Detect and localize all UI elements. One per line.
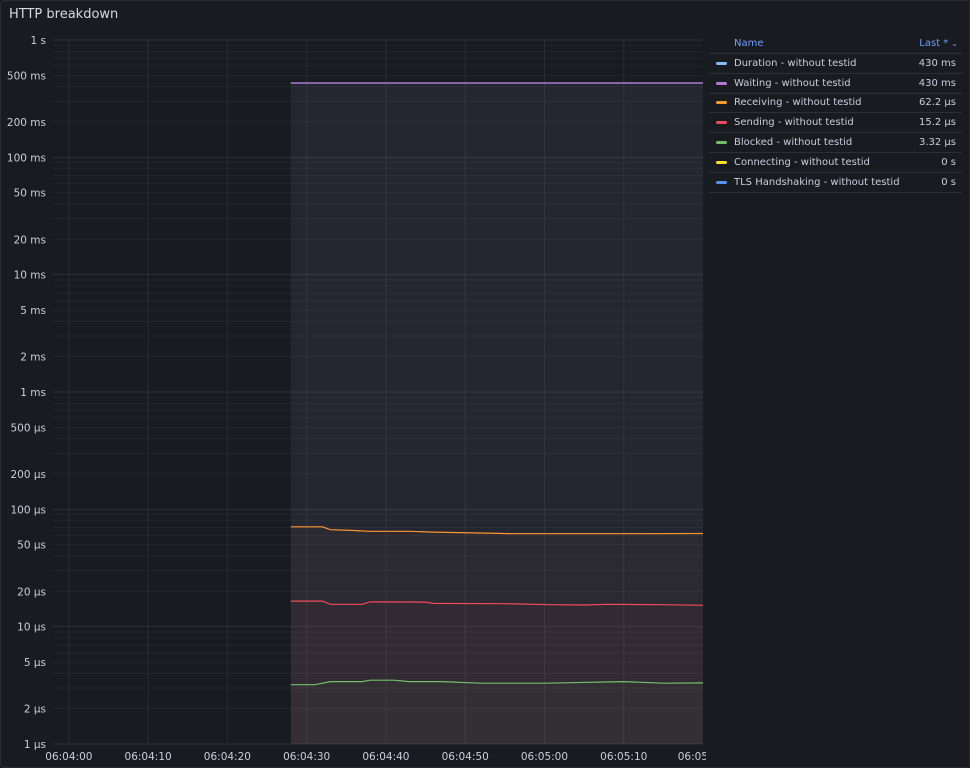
legend-last-header-label: Last *: [919, 37, 949, 49]
y-tick-label: 1 s: [31, 35, 47, 47]
y-tick-label: 50 µs: [17, 540, 46, 552]
legend-series-name: Waiting - without testid: [734, 77, 851, 89]
legend-swatch: [716, 180, 727, 184]
legend-row-connecting[interactable]: Connecting - without testid 0 s: [709, 153, 962, 173]
legend-series-last: 430 ms: [918, 77, 956, 89]
legend-row-waiting[interactable]: Waiting - without testid 430 ms: [709, 74, 962, 94]
legend-swatch: [716, 101, 727, 105]
x-tick-label: 06:05:00: [521, 751, 568, 763]
legend-row-blocked[interactable]: Blocked - without testid 3.32 µs: [709, 133, 962, 153]
y-tick-label: 5 ms: [20, 305, 46, 317]
y-tick-label: 500 ms: [7, 70, 46, 82]
legend-series-name: Receiving - without testid: [734, 97, 862, 109]
x-tick-label: 06:04:40: [362, 751, 409, 763]
legend-row-tls[interactable]: TLS Handshaking - without testid 0 s: [709, 173, 962, 193]
x-tick-label: 06:05:10: [600, 751, 647, 763]
y-tick-label: 10 µs: [17, 622, 46, 634]
y-tick-label: 20 ms: [14, 234, 46, 246]
y-axis-tick-labels: 1 s 500 ms 200 ms 100 ms 50 ms 20 ms 10 ms 5 ms…: [7, 35, 46, 751]
y-tick-label: 5 µs: [24, 657, 46, 669]
y-tick-label: 2 ms: [20, 352, 46, 364]
legend-last-header[interactable]: Last * ⌄: [919, 38, 962, 49]
x-tick-label: 06:04:30: [283, 751, 330, 763]
y-tick-label: 200 ms: [7, 117, 46, 129]
x-tick-label: 06:04:10: [125, 751, 172, 763]
y-tick-label: 200 µs: [10, 469, 46, 481]
legend-series-last: 15.2 µs: [918, 117, 956, 129]
legend-swatch: [716, 81, 727, 85]
time-series-plot[interactable]: 1 s 500 ms 200 ms 100 ms 50 ms 20 ms 10 ms 5 ms…: [1, 1, 706, 767]
x-tick-label: 06:05: [678, 751, 706, 763]
y-tick-label: 1 µs: [24, 739, 46, 751]
y-tick-label: 100 µs: [10, 504, 46, 516]
y-tick-label: 50 ms: [14, 188, 46, 200]
y-tick-label: 2 µs: [24, 704, 46, 716]
x-tick-label: 06:04:20: [204, 751, 251, 763]
legend-series-last: 0 s: [941, 156, 956, 168]
legend-series-name: Blocked - without testid: [734, 137, 853, 149]
y-tick-label: 100 ms: [7, 152, 46, 164]
http-breakdown-panel: HTTP breakdown 1 s 500 ms 200 ms 100 ms 50 m…: [0, 0, 970, 768]
y-tick-label: 20 µs: [17, 586, 46, 598]
legend-series-last: 430 ms: [918, 57, 956, 69]
series-fills: [290, 83, 703, 744]
legend-series-last: 0 s: [941, 176, 956, 188]
legend-swatch: [716, 141, 727, 145]
legend-row-duration[interactable]: Duration - without testid 430 ms: [709, 54, 962, 74]
x-axis-tick-labels: 06:04:00 06:04:10 06:04:20 06:04:30 06:04:40…: [45, 751, 706, 763]
series-fill-blocked: [291, 680, 703, 744]
legend-series-last: 3.32 µs: [918, 137, 956, 149]
x-tick-label: 06:04:50: [442, 751, 489, 763]
chevron-down-icon: ⌄: [951, 38, 958, 48]
y-tick-label: 500 µs: [10, 422, 46, 434]
legend-row-sending[interactable]: Sending - without testid 15.2 µs: [709, 113, 962, 134]
legend-swatch: [716, 61, 727, 65]
legend-name-header[interactable]: Name: [709, 38, 919, 49]
legend-series-name: TLS Handshaking - without testid: [734, 176, 900, 188]
legend-swatch: [716, 121, 727, 125]
legend-rows: Duration - without testid 430 ms Waiting -…: [709, 54, 962, 193]
legend-series-name: Sending - without testid: [734, 117, 854, 129]
legend-series-name: Duration - without testid: [734, 57, 857, 69]
legend-table: Name Last * ⌄ Duration - without testid 4…: [709, 33, 962, 193]
legend-swatch: [716, 160, 727, 164]
legend-series-last: 62.2 µs: [918, 97, 956, 109]
y-tick-label: 1 ms: [20, 387, 46, 399]
legend-series-name: Connecting - without testid: [734, 156, 870, 168]
x-tick-label: 06:04:00: [45, 751, 92, 763]
legend-header: Name Last * ⌄: [709, 33, 962, 54]
y-tick-label: 10 ms: [14, 270, 46, 282]
legend-row-receiving[interactable]: Receiving - without testid 62.2 µs: [709, 94, 962, 114]
